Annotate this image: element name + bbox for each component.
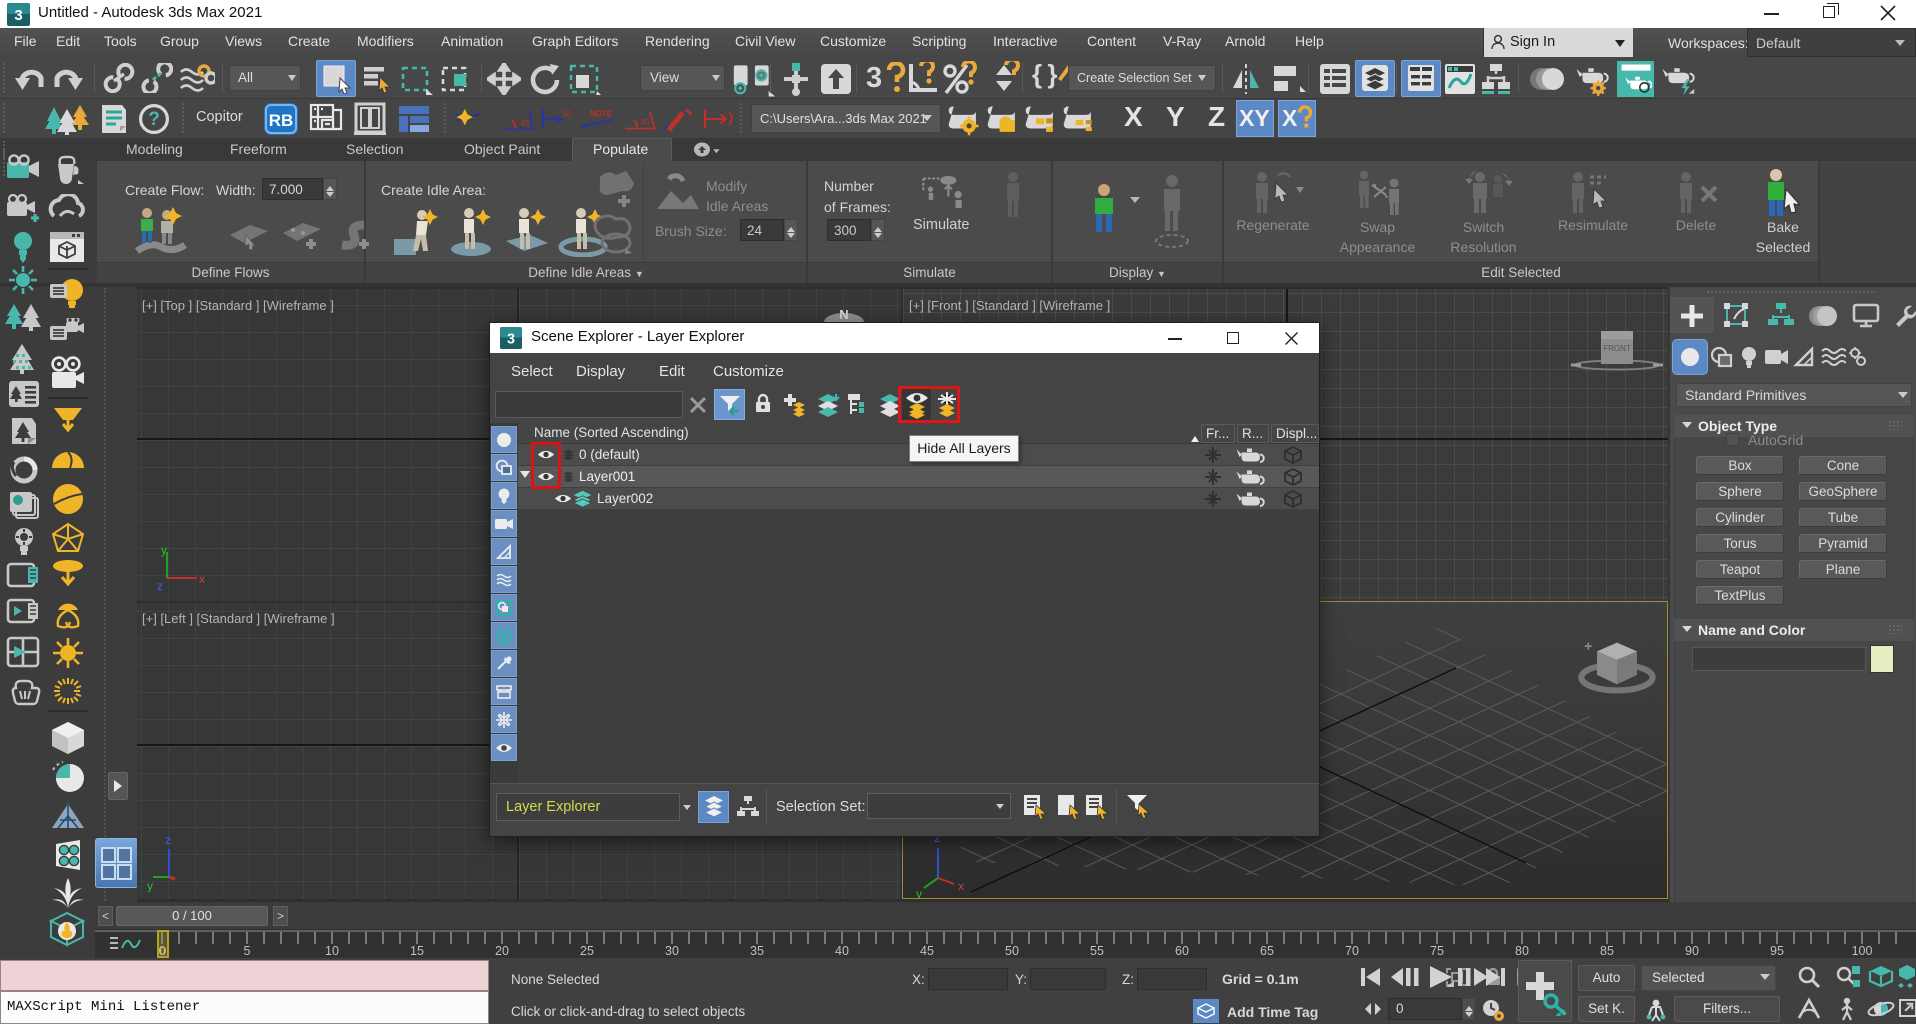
svg-text:95: 95 [1770,944,1784,958]
svg-text:60: 60 [1175,944,1189,958]
svg-text:y: y [916,887,922,899]
svg-text:35: 35 [750,944,764,958]
svg-text:N: N [839,307,848,322]
svg-text:y: y [147,879,153,892]
svg-text:85: 85 [1600,944,1614,958]
svg-text:FRONT: FRONT [1603,344,1631,353]
svg-text:100: 100 [1852,944,1873,958]
svg-text:50: 50 [1005,944,1019,958]
svg-text:45: 45 [641,118,650,127]
svg-text:55: 55 [1090,944,1104,958]
svg-text:y: y [161,543,167,557]
svg-text:70: 70 [1345,944,1359,958]
svg-text:25: 25 [580,944,594,958]
svg-text:90: 90 [1685,944,1699,958]
svg-text:30: 30 [665,944,679,958]
svg-text:45: 45 [521,119,530,128]
svg-text:NOTE: NOTE [590,109,612,118]
svg-text:RB: RB [269,111,294,130]
svg-text:x: x [958,879,964,893]
svg-text:80: 80 [1515,944,1529,958]
svg-text:3: 3 [14,7,22,24]
svg-text:75: 75 [1430,944,1444,958]
svg-text:65: 65 [1260,944,1274,958]
svg-text:x: x [199,572,205,586]
svg-text:40: 40 [835,944,849,958]
svg-text:5: 5 [244,944,251,958]
svg-text:45: 45 [920,944,934,958]
svg-text:z: z [165,833,171,847]
svg-text:10: 10 [325,944,339,958]
svg-text:?: ? [148,109,160,130]
svg-text:3: 3 [507,331,515,347]
svg-text:20: 20 [495,944,509,958]
svg-text:15: 15 [410,944,424,958]
svg-text:50: 50 [562,109,571,118]
svg-text:z: z [157,579,163,593]
